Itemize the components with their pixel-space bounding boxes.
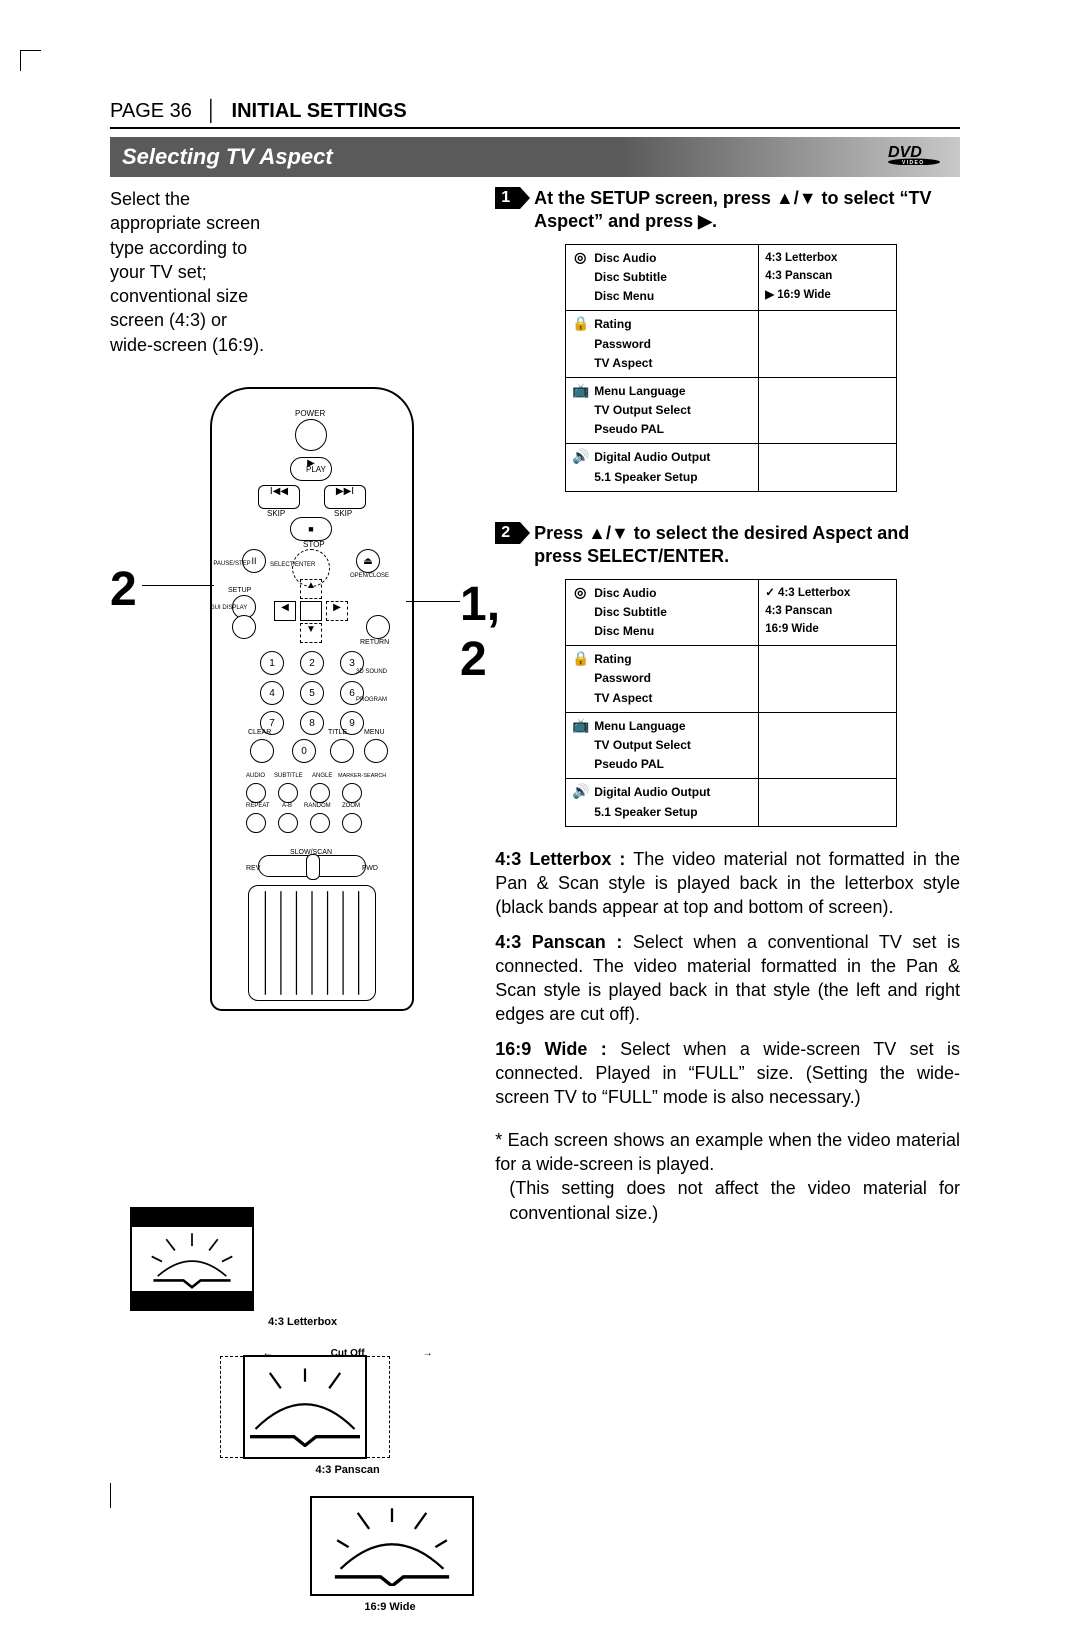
disc-icon: ◎ — [572, 584, 588, 601]
audio-button — [246, 783, 266, 803]
random-button — [310, 813, 330, 833]
ab-button — [278, 813, 298, 833]
dpad-down: ▼ — [300, 623, 322, 643]
repeat-button — [246, 813, 266, 833]
desc-panscan: 4:3 Panscan : Select when a conventional… — [495, 930, 960, 1027]
step-badge-2: 2 — [495, 522, 520, 544]
aspect-thumbnails: 4:3 Letterbox ←Cut Off→ — [110, 1207, 475, 1613]
angle-button — [310, 783, 330, 803]
zoom-button — [342, 813, 362, 833]
marker-button — [342, 783, 362, 803]
title-bar: Selecting TV Aspect DVD V I D E O — [110, 137, 960, 177]
skip-prev-button: I◀◀ — [258, 485, 300, 509]
remote-diagram: 2 1, 2 POWER PLAY ▶ I◀◀ SKIP ▶▶I SKIP — [110, 387, 475, 1027]
step-2: 2 Press ▲/▼ to select the desired Aspect… — [495, 522, 960, 569]
thumb-letterbox-label: 4:3 Letterbox — [130, 1316, 475, 1328]
dpad-left: ◀ — [274, 601, 296, 621]
return-button — [366, 615, 390, 639]
num-5: 5 — [300, 681, 324, 705]
num-8: 8 — [300, 711, 324, 735]
svg-text:DVD: DVD — [888, 144, 922, 161]
disc-icon: ◎ — [572, 249, 588, 266]
page-title: Selecting TV Aspect — [122, 144, 333, 170]
svg-text:V I D E O: V I D E O — [902, 160, 923, 165]
clear-button — [250, 739, 274, 763]
tv-icon: 📺 — [572, 717, 588, 734]
step-2-text: Press ▲/▼ to select the desired Aspect a… — [534, 522, 960, 569]
callout-number-1-2: 1, 2 — [460, 577, 500, 687]
crop-mark — [20, 50, 41, 71]
num-4: 4 — [260, 681, 284, 705]
osd-menu-2: ◎Disc AudioDisc SubtitleDisc Menu ✓ 4:3 … — [565, 579, 897, 827]
desc-letterbox: 4:3 Letterbox : The video material not f… — [495, 847, 960, 920]
note: * Each screen shows an example when the … — [495, 1128, 960, 1225]
thumb-wide — [310, 1496, 474, 1596]
section-title: INITIAL SETTINGS — [232, 100, 407, 122]
page-header: PAGE 36 │ INITIAL SETTINGS — [110, 100, 960, 129]
thumb-panscan-label: 4:3 Panscan — [220, 1464, 475, 1476]
slow-scan-track — [258, 855, 366, 877]
menu-button — [364, 739, 388, 763]
stop-button: ■ — [290, 517, 332, 541]
play-button: ▶ — [290, 457, 332, 481]
speaker-icon: 🔊 — [572, 783, 588, 800]
num-2: 2 — [300, 651, 324, 675]
title-button — [330, 739, 354, 763]
manual-page: PAGE 36 │ INITIAL SETTINGS Selecting TV … — [110, 100, 960, 1448]
remote-outline: POWER PLAY ▶ I◀◀ SKIP ▶▶I SKIP ■ STOP II… — [210, 387, 414, 1011]
intro-text: Select the appropriate screen type accor… — [110, 187, 271, 357]
lock-icon: 🔒 — [572, 315, 588, 332]
num-1: 1 — [260, 651, 284, 675]
power-button — [295, 419, 327, 451]
thumb-panscan — [243, 1355, 367, 1459]
jog-wheel — [248, 885, 376, 1001]
thumb-wide-label: 16:9 Wide — [310, 1601, 470, 1613]
lock-icon: 🔒 — [572, 650, 588, 667]
num-0: 0 — [292, 739, 316, 763]
osd-menu-1: ◎Disc AudioDisc SubtitleDisc Menu 4:3 Le… — [565, 244, 897, 492]
step-1-text: At the SETUP screen, press ▲/▼ to select… — [534, 187, 960, 234]
step-1: 1 At the SETUP screen, press ▲/▼ to sele… — [495, 187, 960, 234]
dpad-up: ▲ — [300, 579, 322, 599]
tv-icon: 📺 — [572, 382, 588, 399]
desc-wide: 16:9 Wide : Select when a wide-screen TV… — [495, 1037, 960, 1110]
thumb-letterbox — [130, 1207, 254, 1311]
page-number: PAGE 36 — [110, 100, 192, 122]
step-badge-1: 1 — [495, 187, 520, 209]
skip-next-button: ▶▶I — [324, 485, 366, 509]
dvd-logo: DVD V I D E O — [888, 143, 948, 171]
subtitle-button — [278, 783, 298, 803]
callout-number-2: 2 — [110, 562, 137, 617]
gui-display-button — [232, 615, 256, 639]
speaker-icon: 🔊 — [572, 448, 588, 465]
dpad-right: ▶ — [326, 601, 348, 621]
eject-button: ⏏ — [356, 549, 380, 573]
